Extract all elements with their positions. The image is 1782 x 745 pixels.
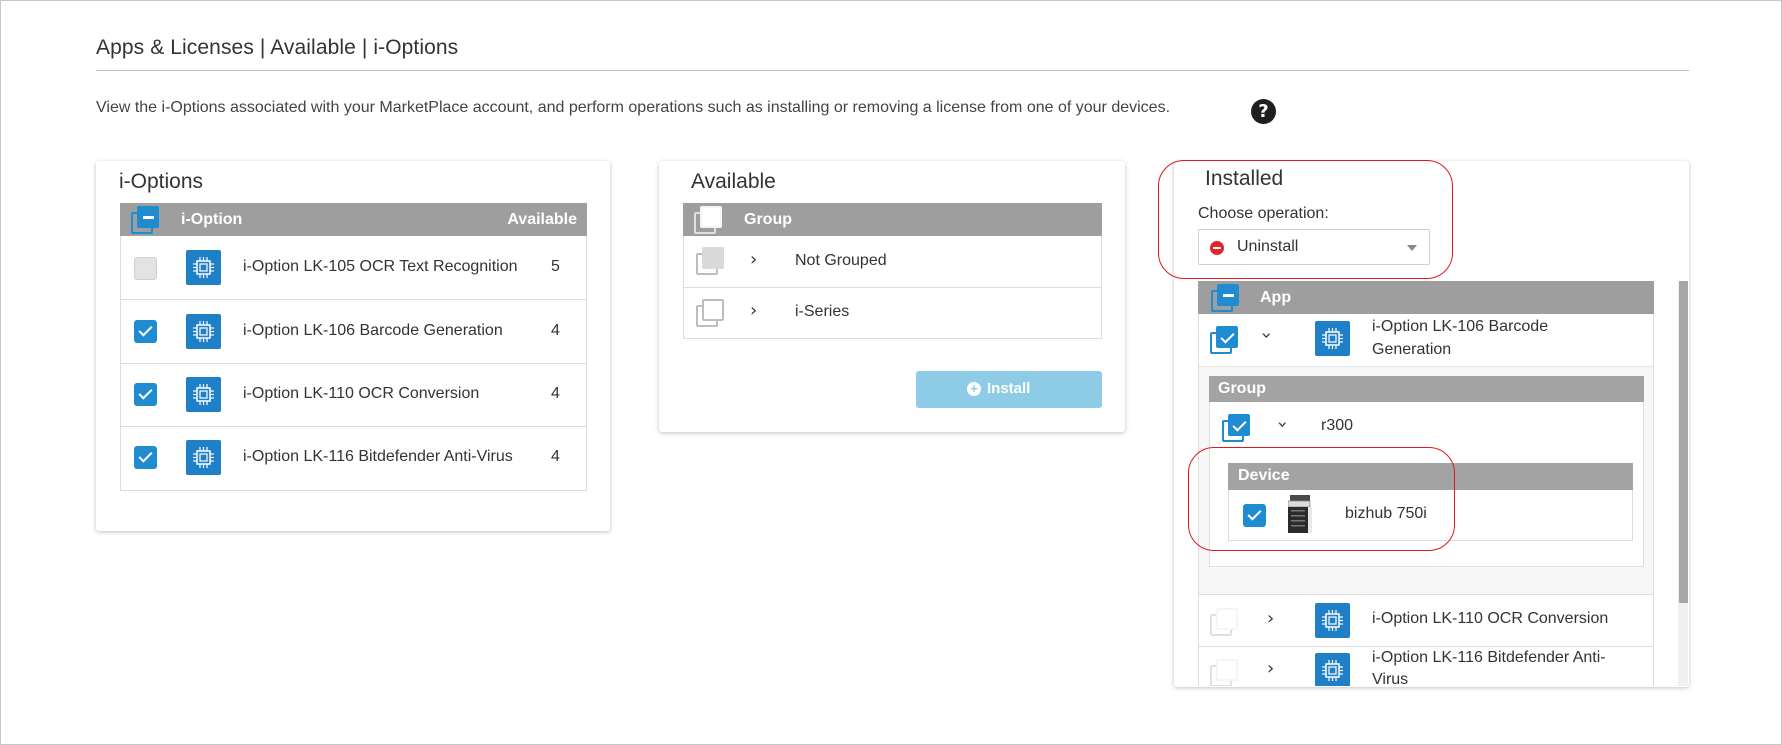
chip-icon: [1315, 321, 1350, 356]
available-count: 4: [551, 448, 560, 465]
app-row[interactable]: › i-Option LK-116 Bitdefender Anti- Viru…: [1199, 647, 1653, 686]
group-name: Not Grouped: [795, 252, 887, 269]
group-row[interactable]: › Not Grouped: [684, 236, 1101, 288]
column-header-group: Group: [744, 211, 792, 228]
ioption-name: i-Option LK-110 OCR Conversion: [243, 385, 480, 402]
ioption-name: i-Option LK-105 OCR Text Recognition: [243, 258, 518, 275]
app-checkbox[interactable]: [1210, 659, 1238, 686]
group-name: i-Series: [795, 303, 850, 320]
app-checkbox[interactable]: [1210, 608, 1238, 636]
chevron-right-icon[interactable]: ›: [750, 300, 757, 321]
row-checkbox[interactable]: [134, 446, 157, 469]
ioptions-panel-title: i-Options: [119, 170, 204, 193]
select-all-apps-checkbox[interactable]: [1211, 284, 1239, 312]
row-checkbox[interactable]: [134, 383, 157, 406]
install-button[interactable]: + Install: [916, 371, 1102, 408]
help-icon[interactable]: ?: [1251, 99, 1276, 124]
ioptions-table-header: i-Option Available: [120, 203, 587, 236]
chip-icon: [1315, 603, 1350, 638]
group-header-label: Group: [1218, 380, 1266, 397]
chip-icon: [1315, 653, 1350, 686]
group-subtable-header: Group: [1209, 376, 1644, 402]
app-name-line1: i-Option LK-110 OCR Conversion: [1372, 610, 1609, 627]
group-table-header: Group: [683, 203, 1102, 236]
chip-icon: [186, 314, 221, 349]
title-divider: [96, 70, 1689, 71]
available-count: 4: [551, 385, 560, 402]
install-label: Install: [987, 380, 1031, 397]
plus-circle-icon: +: [967, 382, 981, 396]
group-row[interactable]: › i-Series: [684, 288, 1101, 338]
group-checkbox[interactable]: [696, 299, 724, 327]
page-title: Apps & Licenses | Available | i-Options: [96, 36, 459, 59]
ioption-name: i-Option LK-106 Barcode Generation: [243, 322, 503, 339]
chip-icon: [186, 440, 221, 475]
group-subrow[interactable]: › r300: [1210, 402, 1643, 452]
column-header-app: App: [1260, 289, 1292, 306]
available-count: 4: [551, 322, 560, 339]
app-row[interactable]: › i-Option LK-106 Barcode Generation: [1199, 314, 1653, 366]
chip-icon: [186, 377, 221, 412]
column-header-ioption: i-Option: [181, 211, 243, 228]
app-checkbox[interactable]: [1210, 326, 1238, 354]
chevron-right-icon[interactable]: ›: [1267, 608, 1274, 629]
select-all-checkbox[interactable]: [131, 206, 159, 234]
app-name-line1: i-Option LK-116 Bitdefender Anti-: [1372, 649, 1606, 666]
group-checkbox[interactable]: [696, 247, 724, 275]
column-header-available: Available: [507, 211, 577, 228]
app-name-line1: i-Option LK-106 Barcode: [1372, 318, 1549, 335]
group-name: r300: [1321, 417, 1354, 434]
app-list-scrollbar-thumb[interactable]: [1679, 281, 1688, 603]
operation-highlight: [1158, 160, 1453, 279]
chevron-down-icon[interactable]: ›: [1256, 332, 1277, 339]
page-description: View the i-Options associated with your …: [96, 99, 1171, 116]
select-all-groups-checkbox[interactable]: [694, 206, 722, 234]
row-checkbox[interactable]: [134, 320, 157, 343]
chevron-right-icon[interactable]: ›: [1267, 658, 1274, 679]
table-row[interactable]: i-Option LK-116 Bitdefender Anti-Virus 4: [121, 427, 586, 490]
app-name-line2: Virus: [1372, 671, 1409, 686]
available-panel-title: Available: [691, 170, 776, 193]
chevron-right-icon[interactable]: ›: [750, 249, 757, 270]
app-table-header: App: [1198, 281, 1654, 314]
group-checkbox[interactable]: [1222, 414, 1250, 442]
row-checkbox[interactable]: [134, 257, 157, 280]
app-name-line2: Generation: [1372, 341, 1452, 358]
ioption-name: i-Option LK-116 Bitdefender Anti-Virus: [243, 448, 513, 465]
table-row[interactable]: i-Option LK-110 OCR Conversion 4: [121, 364, 586, 427]
device-highlight: [1188, 447, 1455, 551]
table-row[interactable]: i-Option LK-106 Barcode Generation 4: [121, 300, 586, 364]
chevron-down-icon[interactable]: ›: [1272, 421, 1293, 428]
available-count: 5: [551, 258, 560, 275]
chip-icon: [186, 250, 221, 285]
table-row[interactable]: i-Option LK-105 OCR Text Recognition 5: [121, 236, 586, 300]
app-row[interactable]: › i-Option LK-110 OCR Conversion: [1199, 596, 1653, 647]
